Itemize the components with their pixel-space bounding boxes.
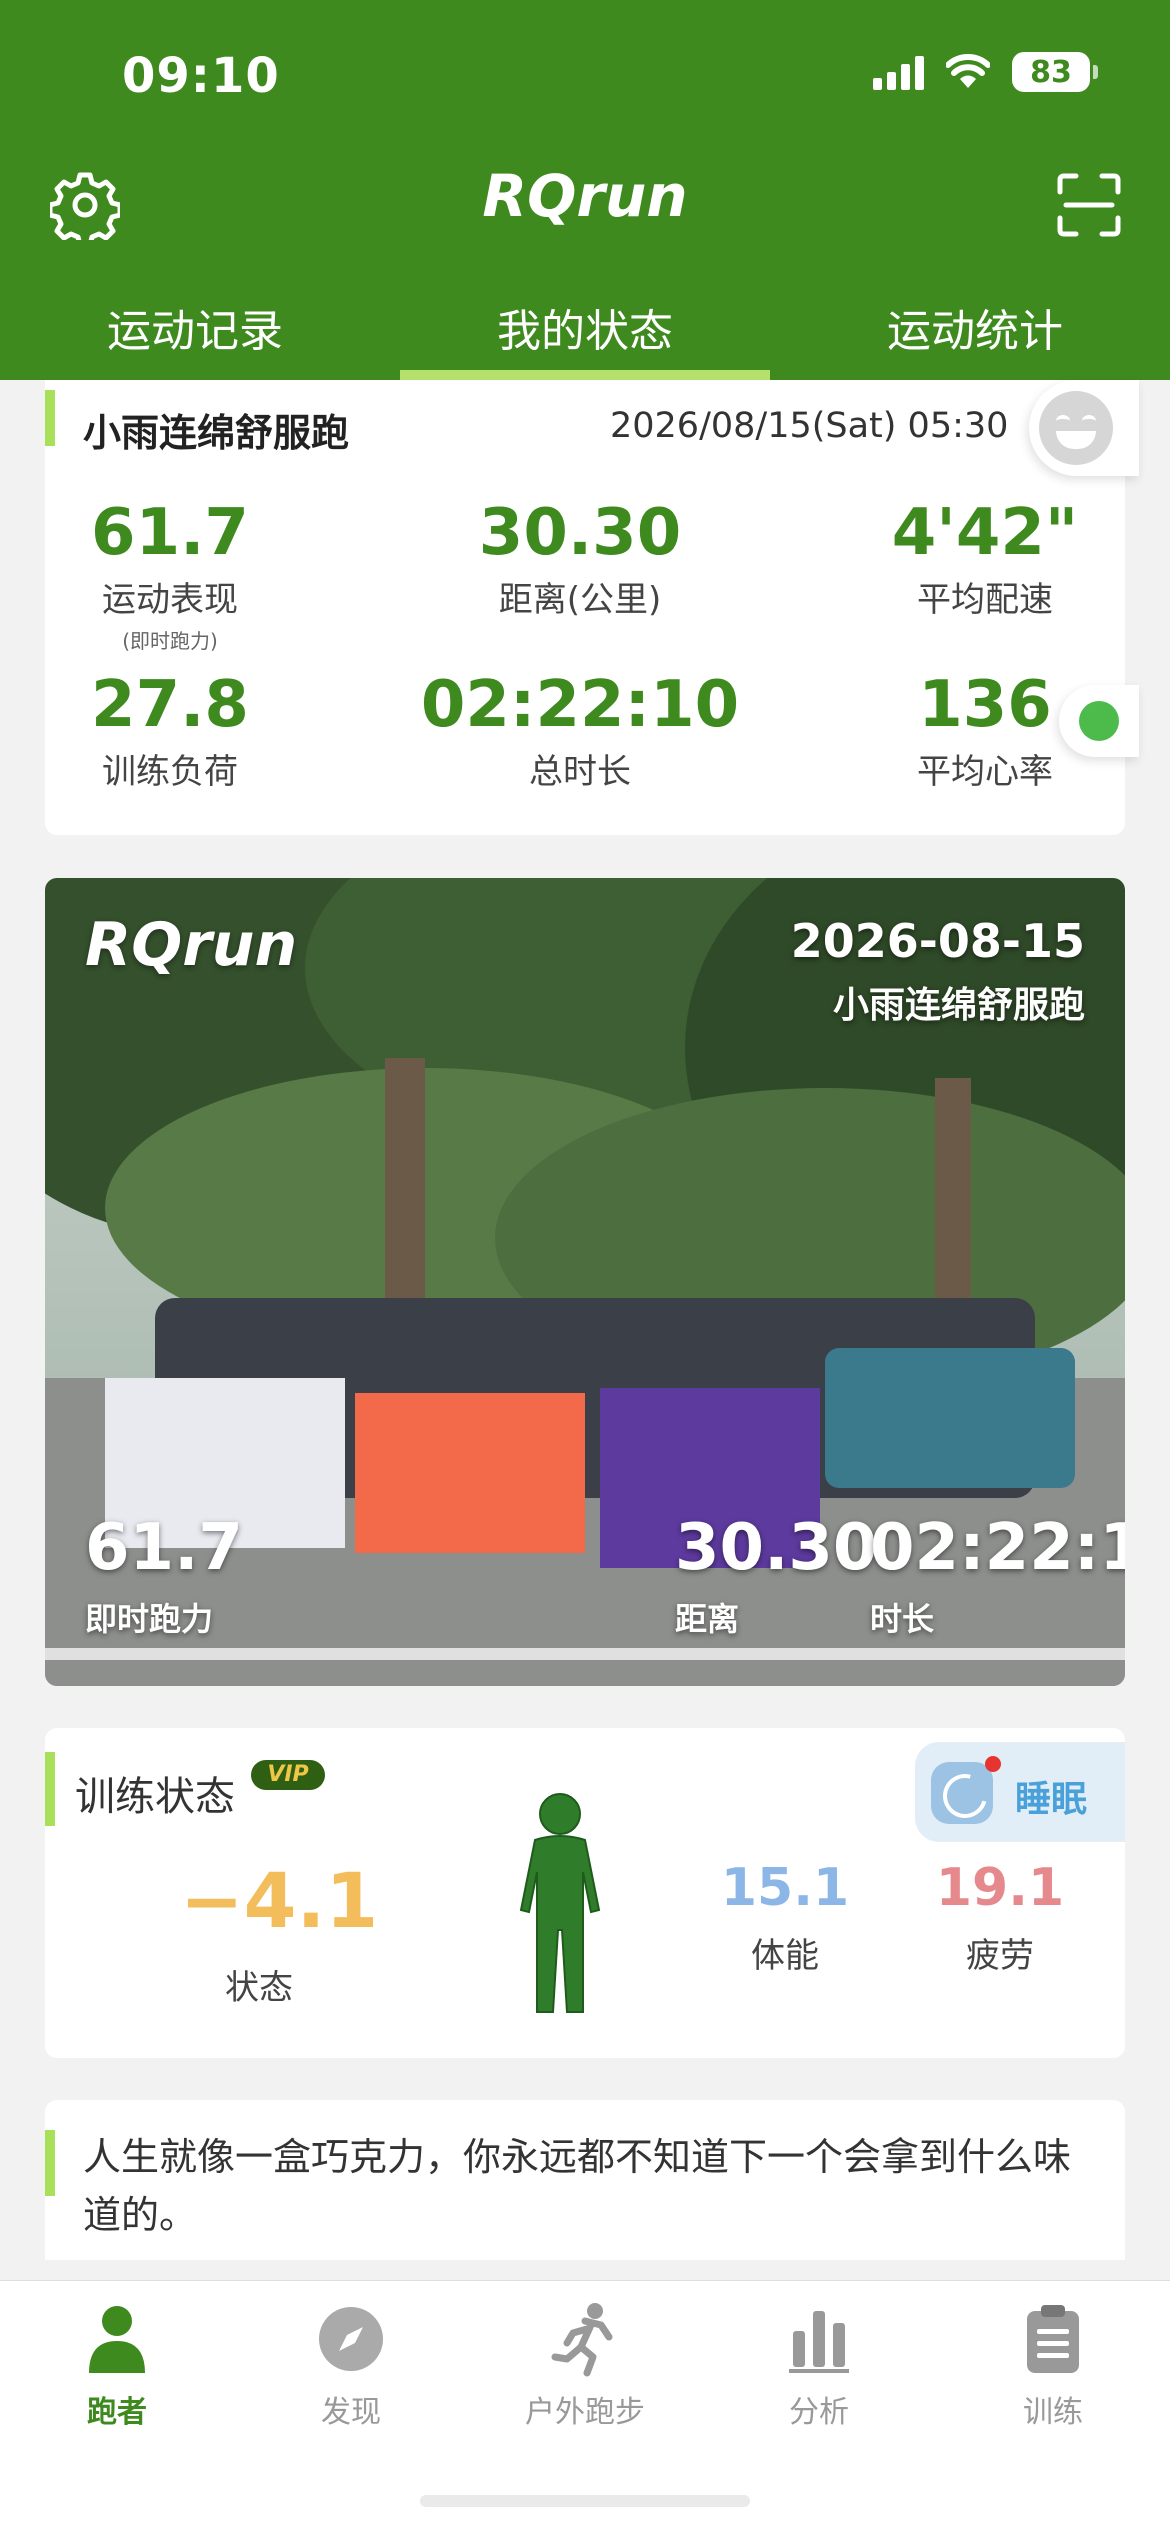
run-datetime: 2026/08/15(Sat) 05:30	[610, 406, 1009, 446]
stat-performance: 61.7 运动表现 (即时跑力)	[65, 498, 275, 654]
nav-outdoor-run[interactable]: 户外跑步	[468, 2301, 702, 2431]
training-load-label: 训练负荷	[102, 752, 238, 793]
bar-chart-icon	[789, 2311, 849, 2373]
photo-distance-label: 距离	[675, 1600, 740, 1638]
battery-indicator: 83	[1012, 52, 1098, 92]
training-state-title: 训练状态	[75, 1774, 235, 1820]
duration-value: 02:22:10	[420, 668, 740, 742]
photo-duration-value: 02:22:10	[870, 1511, 1125, 1585]
smiley-face-icon	[1039, 391, 1113, 465]
stat-heart-rate: 136 平均心率	[885, 670, 1085, 793]
stat-training-load: 27.8 训练负荷	[65, 670, 275, 793]
compass-icon	[319, 2307, 383, 2371]
accent-bar	[45, 1752, 55, 1826]
accent-bar	[45, 2130, 55, 2196]
vip-badge: VIP	[251, 1760, 325, 1790]
mood-badge[interactable]	[1029, 380, 1139, 476]
photo-duration-label: 时长	[870, 1600, 935, 1638]
photo-stat-duration: 02:22:10 时长	[870, 1516, 1125, 1640]
top-tabs: 运动记录 我的状态 运动统计	[0, 295, 1170, 380]
pace-label: 平均配速	[917, 580, 1053, 621]
run-summary-card[interactable]: 小雨连绵舒服跑 2026/08/15(Sat) 05:30 61.7 运动表现 …	[45, 380, 1139, 835]
run-name: 小雨连绵舒服跑	[83, 411, 350, 455]
photo-logo: RQrun	[85, 910, 298, 980]
quote-text: 人生就像一盒巧克力，你永远都不知道下一个会拿到什么味道的。	[83, 2135, 1072, 2237]
cellular-signal-icon	[873, 54, 924, 90]
status-value: −4.1	[180, 1856, 379, 1945]
training-state-card[interactable]: 训练状态 VIP 睡眠 −4.1 状态 15.1 体能 19.1 疲劳	[45, 1728, 1125, 2058]
nav-discover[interactable]: 发现	[234, 2301, 468, 2431]
tab-my-status[interactable]: 我的状态	[390, 295, 780, 380]
fitness-value: 15.1	[720, 1858, 850, 1918]
status-icons: 83	[873, 52, 1098, 92]
status-time: 09:10	[122, 48, 280, 104]
heart-rate-label: 平均心率	[917, 752, 1053, 793]
performance-sublabel: (即时跑力)	[122, 629, 218, 654]
nav-training[interactable]: 训练	[936, 2301, 1170, 2431]
status-label: 状态	[225, 1968, 293, 2008]
live-indicator[interactable]	[1059, 685, 1139, 757]
photo-performance-label: 即时跑力	[85, 1600, 214, 1638]
app-header: 09:10 83 RQrun 运动记录 我的状态 运动统计	[0, 0, 1170, 380]
nav-runner[interactable]: 跑者	[0, 2301, 234, 2431]
home-indicator[interactable]	[420, 2495, 750, 2507]
nav-discover-label: 发现	[321, 2395, 381, 2430]
nav-analysis[interactable]: 分析	[702, 2301, 936, 2431]
runner-person-icon	[89, 2306, 145, 2373]
photo-distance-value: 30.30	[675, 1511, 878, 1585]
run-photo-card[interactable]: RQrun 2026-08-15 小雨连绵舒服跑 61.7 即时跑力 30.30…	[45, 878, 1125, 1686]
photo-date: 2026-08-15	[790, 914, 1085, 968]
app-title: RQrun	[482, 162, 688, 230]
distance-value: 30.30	[478, 496, 682, 570]
stat-distance: 30.30 距离(公里)	[440, 498, 720, 621]
fitness-stat: 15.1 体能	[705, 1858, 865, 1977]
fitness-label: 体能	[751, 1936, 819, 1976]
tab-exercise-records[interactable]: 运动记录	[0, 295, 390, 380]
distance-label: 距离(公里)	[498, 580, 662, 621]
photo-stat-performance: 61.7 即时跑力	[85, 1516, 243, 1640]
notification-dot	[985, 1756, 1001, 1772]
green-dot-icon	[1079, 701, 1119, 741]
photo-stat-distance: 30.30 距离	[675, 1516, 877, 1640]
scan-icon[interactable]	[1056, 172, 1122, 238]
nav-outdoor-run-label: 户外跑步	[525, 2395, 645, 2430]
fatigue-label: 疲劳	[966, 1936, 1034, 1976]
nav-analysis-label: 分析	[789, 2395, 849, 2430]
performance-label: 运动表现	[102, 580, 238, 621]
duration-label: 总时长	[529, 752, 631, 793]
tab-exercise-stats[interactable]: 运动统计	[780, 295, 1170, 380]
sleep-button[interactable]: 睡眠	[915, 1742, 1125, 1842]
training-load-value: 27.8	[91, 668, 249, 742]
fatigue-stat: 19.1 疲劳	[920, 1858, 1080, 1977]
wifi-icon	[946, 54, 990, 88]
body-figure-icon	[519, 1793, 601, 2013]
pace-value: 4'42"	[891, 496, 1079, 570]
clipboard-icon	[1027, 2305, 1079, 2373]
heart-rate-value: 136	[918, 668, 1052, 742]
nav-runner-label: 跑者	[87, 2395, 147, 2430]
running-man-icon	[551, 2303, 613, 2377]
fatigue-value: 19.1	[935, 1858, 1065, 1918]
stat-duration: 02:22:10 总时长	[415, 670, 745, 793]
photo-performance-value: 61.7	[85, 1511, 243, 1585]
moon-clock-icon	[931, 1762, 993, 1824]
accent-bar	[45, 390, 55, 446]
quote-card: 人生就像一盒巧克力，你永远都不知道下一个会拿到什么味道的。	[45, 2100, 1125, 2260]
performance-value: 61.7	[91, 496, 249, 570]
stat-pace: 4'42" 平均配速	[865, 498, 1105, 621]
nav-training-label: 训练	[1023, 2395, 1083, 2430]
photo-run-name: 小雨连绵舒服跑	[832, 985, 1085, 1026]
sleep-label: 睡眠	[1015, 1779, 1088, 1820]
